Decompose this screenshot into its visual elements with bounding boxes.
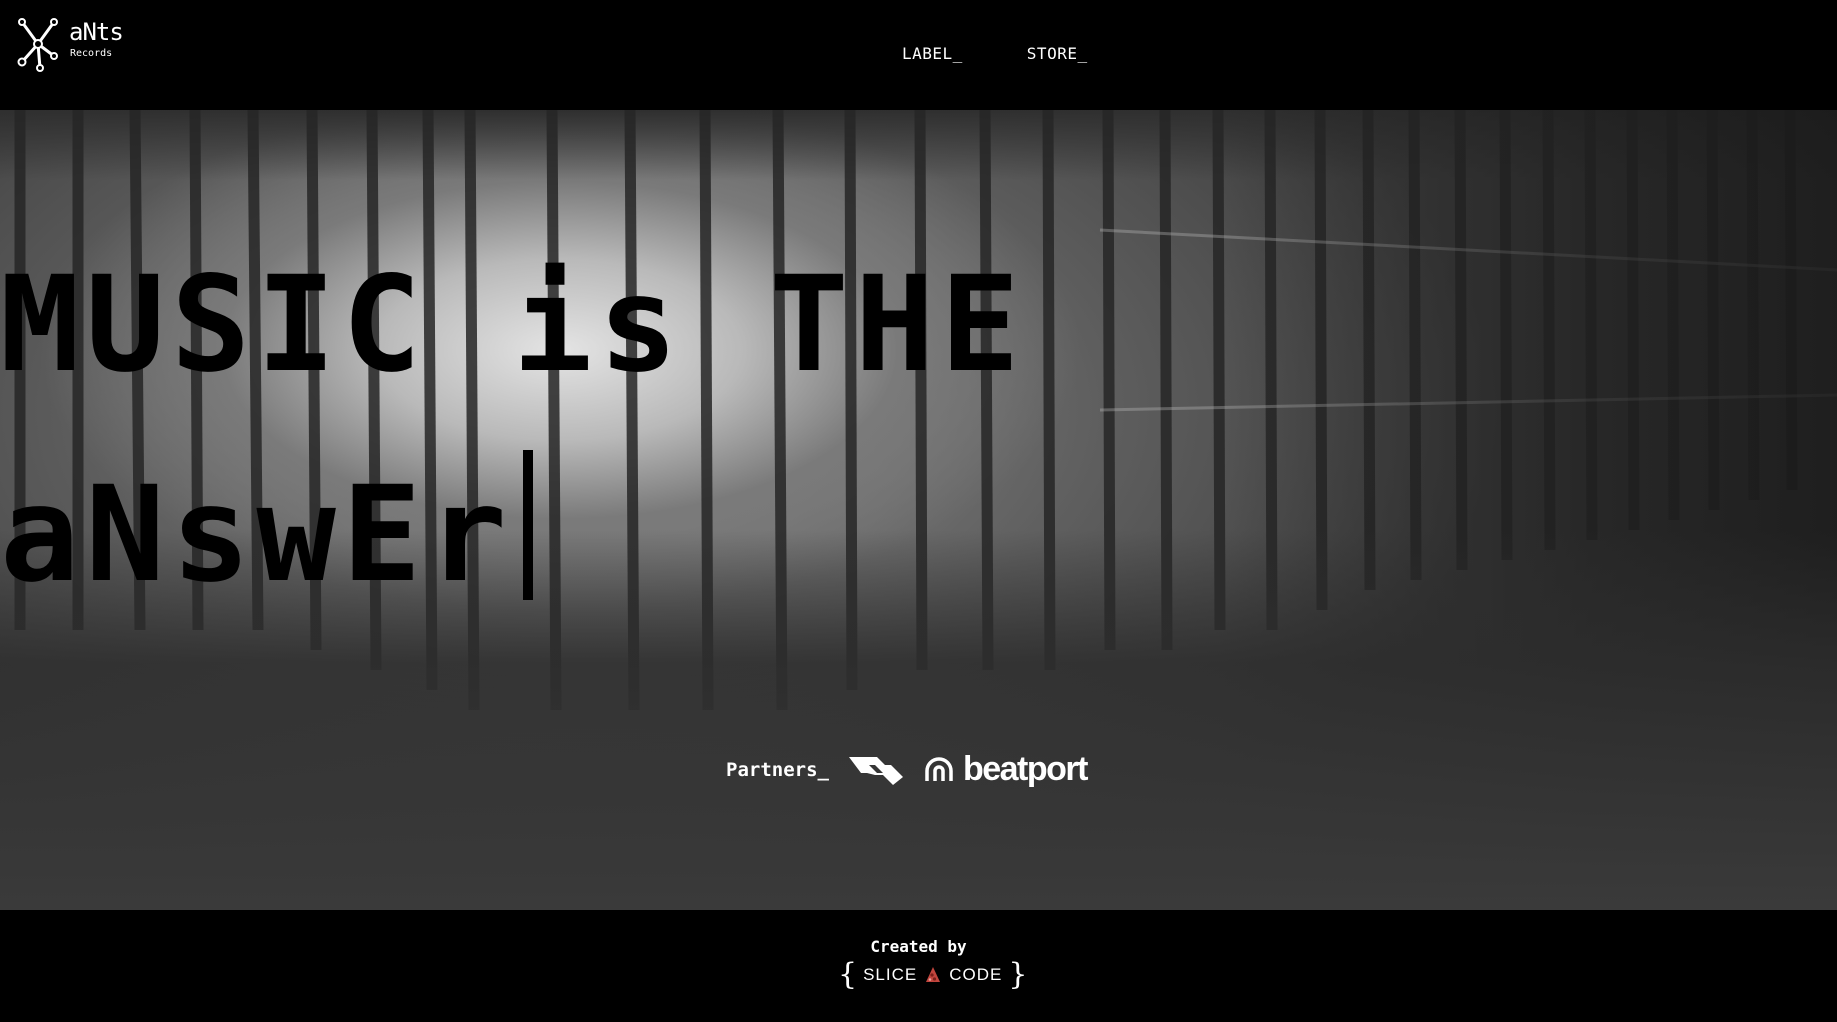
nav-label-link[interactable]: LABEL_ xyxy=(902,44,963,63)
hero-section: MUSIC is THE aNswEr Partners_ beatport xyxy=(0,110,1837,910)
pizza-slice-icon xyxy=(926,967,941,982)
typing-cursor xyxy=(522,450,533,600)
logo-subtext: Records xyxy=(70,48,113,59)
site-footer: Created by { SLICE CODE } xyxy=(0,910,1837,1022)
credit-code: CODE xyxy=(949,965,1003,984)
beatport-link[interactable]: beatport xyxy=(923,750,1089,789)
resident-advisor-logo-icon xyxy=(848,756,903,785)
partners-label: Partners_ xyxy=(726,758,829,781)
hero-title-line-2: aNswEr xyxy=(0,458,513,612)
ants-records-logo[interactable]: aNts Records xyxy=(14,16,134,76)
hero-title-line-2-wrap: aNswEr xyxy=(0,430,1026,640)
site-header: aNts Records LABEL_ STORE_ xyxy=(0,0,1837,110)
hero-title-line-1: MUSIC is THE xyxy=(0,248,1026,402)
slice-code-link[interactable]: { SLICE CODE } xyxy=(838,960,1027,990)
resident-advisor-link[interactable] xyxy=(847,753,905,787)
partners-row: Partners_ beatport xyxy=(726,750,1089,789)
left-brace: { xyxy=(838,957,858,992)
created-by-label: Created by xyxy=(870,937,967,956)
credit-slice: SLICE xyxy=(863,965,918,984)
hero-title: MUSIC is THE aNswEr xyxy=(0,220,1026,640)
nav-store-link[interactable]: STORE_ xyxy=(1027,44,1088,63)
main-nav: LABEL_ STORE_ xyxy=(902,44,1088,63)
right-brace: } xyxy=(1008,957,1028,992)
beatport-logo-icon xyxy=(925,756,953,781)
beatport-wordmark: beatport xyxy=(962,750,1089,788)
molecule-logo-icon xyxy=(17,18,58,72)
logo-text: aNts xyxy=(69,18,124,46)
